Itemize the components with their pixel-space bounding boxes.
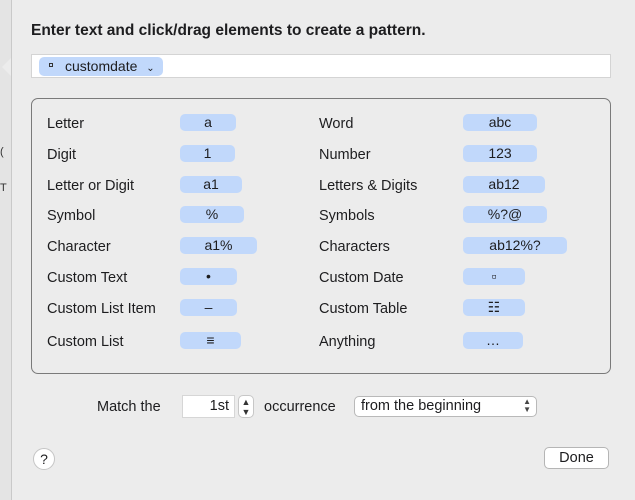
palette-label-character: Character — [47, 239, 111, 255]
palette-token-letter-or-digit[interactable]: a1 — [180, 176, 242, 193]
palette-token-custom-table[interactable]: ☷ — [463, 299, 525, 316]
dialog-heading: Enter text and click/drag elements to cr… — [31, 22, 426, 39]
palette-token-custom-text[interactable]: • — [180, 268, 237, 285]
palette-label-digit: Digit — [47, 147, 77, 163]
palette-label-letter-or-digit: Letter or Digit — [47, 178, 135, 194]
palette-token-anything[interactable]: … — [463, 332, 523, 349]
popover-arrow — [2, 58, 11, 76]
palette-token-digit[interactable]: 1 — [180, 145, 235, 162]
palette-label-letters-digits: Letters & Digits — [319, 178, 418, 194]
token-label: customdate — [65, 58, 138, 74]
palette-token-custom-date[interactable]: ▫ — [463, 268, 525, 285]
stepper-up-icon[interactable]: ▲ — [239, 397, 253, 407]
palette-token-letter[interactable]: a — [180, 114, 236, 131]
match-prefix-label: Match the — [97, 399, 161, 415]
palette-token-word[interactable]: abc — [463, 114, 537, 131]
pattern-sheet: Enter text and click/drag elements to cr… — [11, 0, 635, 500]
occurrence-stepper[interactable]: ▲ ▼ — [238, 395, 254, 418]
pattern-input[interactable]: customdate ⌄ — [31, 54, 611, 78]
help-button[interactable]: ? — [33, 448, 55, 470]
palette-token-custom-list-item[interactable]: – — [180, 299, 237, 316]
palette-label-custom-list: Custom List — [47, 334, 124, 350]
palette-label-custom-table: Custom Table — [319, 301, 408, 317]
palette-token-number[interactable]: 123 — [463, 145, 537, 162]
element-palette: Letter a Digit 1 Letter or Digit a1 Symb… — [31, 98, 611, 374]
occurrence-label: occurrence — [264, 399, 336, 415]
palette-label-number: Number — [319, 147, 371, 163]
palette-label-symbols: Symbols — [319, 208, 375, 224]
palette-label-word: Word — [319, 116, 354, 132]
palette-token-custom-list[interactable]: ≡ — [180, 332, 241, 349]
palette-label-custom-date: Custom Date — [319, 270, 404, 286]
palette-label-custom-text: Custom Text — [47, 270, 128, 286]
occurrence-input[interactable]: 1st — [182, 395, 235, 418]
palette-token-characters[interactable]: ab12%? — [463, 237, 567, 254]
background-text-fragment: ( — [0, 146, 4, 158]
square-icon — [49, 63, 53, 67]
palette-label-custom-list-item: Custom List Item — [47, 301, 156, 317]
done-button[interactable]: Done — [544, 447, 609, 469]
background-text-fragment: T — [0, 182, 7, 194]
pattern-token-customdate[interactable]: customdate ⌄ — [39, 57, 163, 76]
palette-token-character[interactable]: a1% — [180, 237, 257, 254]
palette-label-anything: Anything — [319, 334, 376, 350]
select-arrows-icon: ▲ ▼ — [523, 397, 531, 414]
position-select[interactable]: from the beginning ▲ ▼ — [354, 396, 537, 417]
palette-token-symbols[interactable]: %?@ — [463, 206, 547, 223]
chevron-down-icon[interactable]: ⌄ — [146, 63, 154, 74]
position-select-value: from the beginning — [361, 398, 482, 414]
palette-token-letters-digits[interactable]: ab12 — [463, 176, 545, 193]
palette-label-characters: Characters — [319, 239, 390, 255]
palette-token-symbol[interactable]: % — [180, 206, 244, 223]
palette-label-symbol: Symbol — [47, 208, 96, 224]
palette-label-letter: Letter — [47, 116, 85, 132]
stepper-down-icon[interactable]: ▼ — [239, 407, 253, 417]
